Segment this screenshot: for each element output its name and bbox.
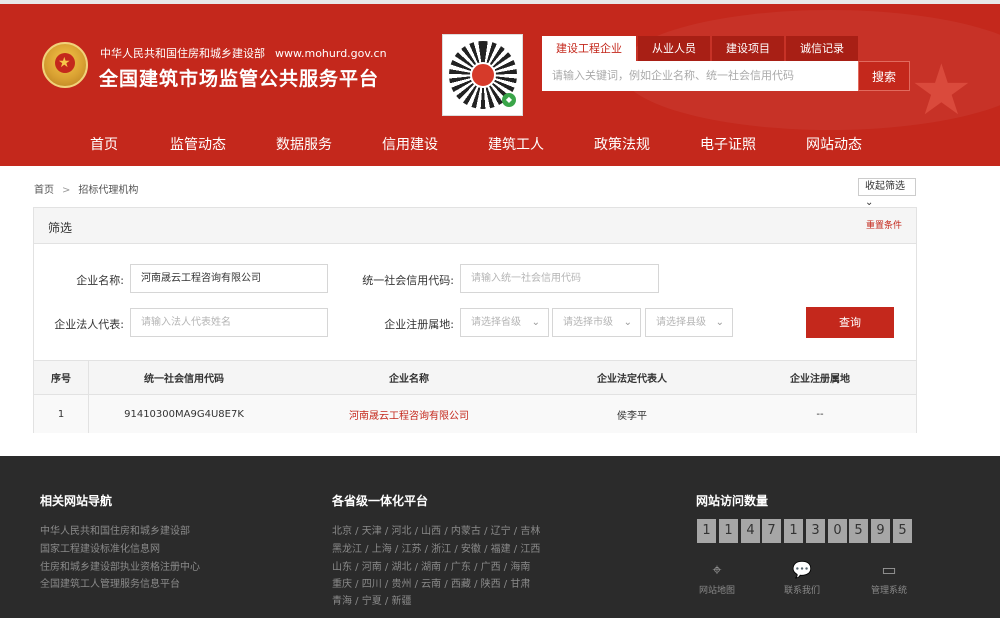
header-top-strip — [0, 0, 1000, 4]
col-company-name: 企业名称 — [389, 374, 429, 385]
company-name-input[interactable]: 河南晟云工程咨询有限公司 — [130, 264, 328, 293]
chevron-down-icon: ⌄ — [531, 317, 540, 328]
table-header: 序号 统一社会信用代码 企业名称 企业法定代表人 企业注册属地 — [34, 360, 916, 395]
nav-data-services[interactable]: 数据服务 — [276, 124, 332, 166]
nav-credit[interactable]: 信用建设 — [382, 124, 438, 166]
search-button[interactable]: 搜索 — [858, 61, 910, 91]
query-button[interactable]: 查询 — [806, 307, 894, 338]
footer-link-registration-center[interactable]: 住房和城乡建设部执业资格注册中心 — [40, 558, 200, 573]
visit-digit: 0 — [828, 519, 847, 543]
row-index: 1 — [34, 395, 89, 433]
visit-digit: 1 — [719, 519, 738, 543]
mini-program-icon: ◆ — [502, 93, 516, 107]
table-row: 1 91410300MA9G4U8E7K 河南晟云工程咨询有限公司 侯李平 -- — [34, 395, 916, 433]
visit-digit: 9 — [871, 519, 890, 543]
visit-digit: 5 — [893, 519, 912, 543]
col-index: 序号 — [34, 361, 89, 394]
legal-rep-input[interactable]: 请输入法人代表姓名 — [130, 308, 328, 337]
col-credit-code: 统一社会信用代码 — [144, 374, 224, 385]
nav-site-news[interactable]: 网站动态 — [806, 124, 862, 166]
province-links-row[interactable]: 北京 / 天津 / 河北 / 山西 / 内蒙古 / 辽宁 / 吉林 — [332, 522, 540, 537]
provincial-platforms-title: 各省级一体化平台 — [332, 494, 429, 508]
nav-policies[interactable]: 政策法规 — [594, 124, 650, 166]
chat-icon[interactable]: 💬 — [792, 560, 812, 580]
breadcrumb: 首页 > 招标代理机构 — [34, 181, 138, 196]
city-select-text: 请选择市级 — [563, 317, 613, 328]
province-links-row[interactable]: 黑龙江 / 上海 / 江苏 / 浙江 / 安徽 / 福建 / 江西 — [332, 540, 540, 555]
nav-home[interactable]: 首页 — [90, 124, 118, 166]
sitemap-link[interactable]: 网站地图 — [687, 583, 747, 596]
credit-code-input[interactable]: 请输入统一社会信用代码 — [460, 264, 659, 293]
row-company-link[interactable]: 河南晟云工程咨询有限公司 — [309, 395, 509, 433]
company-name-label: 企业名称: — [76, 274, 124, 287]
national-emblem-icon — [42, 42, 88, 88]
monitor-icon[interactable]: ▭ — [879, 560, 899, 580]
star-decoration-icon: ★ — [910, 49, 973, 131]
nav-regulation-news[interactable]: 监管动态 — [170, 124, 226, 166]
province-select[interactable]: 请选择省级 ⌄ — [460, 308, 549, 337]
row-region: -- — [816, 408, 824, 420]
chevron-down-icon: ⌄ — [715, 317, 724, 328]
admin-system-link[interactable]: 管理系统 — [859, 583, 919, 596]
col-region: 企业注册属地 — [790, 374, 850, 385]
footer-link-workers-platform[interactable]: 全国建筑工人管理服务信息平台 — [40, 575, 180, 590]
region-label: 企业注册属地: — [384, 318, 454, 331]
visit-digit: 7 — [762, 519, 781, 543]
visit-digit: 4 — [741, 519, 760, 543]
qr-code: ◆ — [442, 34, 523, 116]
map-pin-icon[interactable]: ⌖ — [707, 560, 727, 580]
reset-filter-link[interactable]: 重置条件 — [866, 218, 902, 231]
county-select[interactable]: 请选择县级 ⌄ — [645, 308, 733, 337]
related-links-title: 相关网站导航 — [40, 494, 113, 508]
tab-projects[interactable]: 建设项目 — [712, 36, 784, 61]
city-select[interactable]: 请选择市级 ⌄ — [552, 308, 641, 337]
row-legal-rep: 侯李平 — [617, 410, 647, 422]
ministry-name[interactable]: 中华人民共和国住房和城乡建设部 www.mohurd.gov.cn — [100, 45, 387, 61]
main-nav: 首页 监管动态 数据服务 信用建设 建筑工人 政策法规 电子证照 网站动态 — [0, 124, 1000, 166]
footer-link-standards[interactable]: 国家工程建设标准化信息网 — [40, 540, 160, 555]
ministry-domain: www.mohurd.gov.cn — [275, 47, 387, 60]
col-legal-rep: 企业法定代表人 — [597, 374, 667, 385]
nav-e-certificates[interactable]: 电子证照 — [700, 124, 756, 166]
credit-code-label: 统一社会信用代码: — [362, 274, 454, 287]
qr-logo-icon — [470, 62, 496, 88]
footer-link-mohurd[interactable]: 中华人民共和国住房和城乡建设部 — [40, 522, 190, 537]
visits-title: 网站访问数量 — [696, 494, 769, 508]
visit-digit: 1 — [697, 519, 716, 543]
nav-workers[interactable]: 建筑工人 — [488, 124, 544, 166]
collapse-filter-button[interactable]: 收起筛选 ⌄ — [858, 178, 916, 208]
tab-construction-company[interactable]: 建设工程企业 — [542, 36, 636, 61]
province-select-text: 请选择省级 — [471, 317, 521, 328]
county-select-text: 请选择县级 — [656, 317, 706, 328]
breadcrumb-separator-icon: > — [62, 185, 71, 196]
search-tabs: 建设工程企业 从业人员 建设项目 诚信记录 — [542, 36, 860, 61]
breadcrumb-home[interactable]: 首页 — [34, 185, 54, 196]
visit-digit: 5 — [849, 519, 868, 543]
contact-link[interactable]: 联系我们 — [772, 583, 832, 596]
tab-credit-records[interactable]: 诚信记录 — [786, 36, 858, 61]
province-links-row[interactable]: 山东 / 河南 / 湖北 / 湖南 / 广东 / 广西 / 海南 — [332, 558, 530, 573]
tab-practitioners[interactable]: 从业人员 — [638, 36, 710, 61]
site-title[interactable]: 全国建筑市场监管公共服务平台 — [99, 64, 379, 91]
search-input[interactable]: 请输入关键词，例如企业名称、统一社会信用代码 — [542, 61, 858, 91]
row-credit-code: 91410300MA9G4U8E7K — [124, 408, 244, 420]
province-links-row[interactable]: 重庆 / 四川 / 贵州 / 云南 / 西藏 / 陕西 / 甘肃 — [332, 575, 530, 590]
province-links-row[interactable]: 青海 / 宁夏 / 新疆 — [332, 592, 411, 607]
ministry-label: 中华人民共和国住房和城乡建设部 — [100, 47, 265, 60]
visit-digit: 1 — [784, 519, 803, 543]
breadcrumb-current: 招标代理机构 — [78, 185, 139, 196]
filter-panel-header: 筛选 重置条件 — [34, 208, 916, 244]
chevron-down-icon: ⌄ — [623, 317, 632, 328]
site-header: ★ 中华人民共和国住房和城乡建设部 www.mohurd.gov.cn 全国建筑市… — [0, 0, 1000, 166]
filter-title: 筛选 — [48, 221, 73, 235]
legal-rep-label: 企业法人代表: — [54, 318, 124, 331]
visit-digit: 3 — [806, 519, 825, 543]
